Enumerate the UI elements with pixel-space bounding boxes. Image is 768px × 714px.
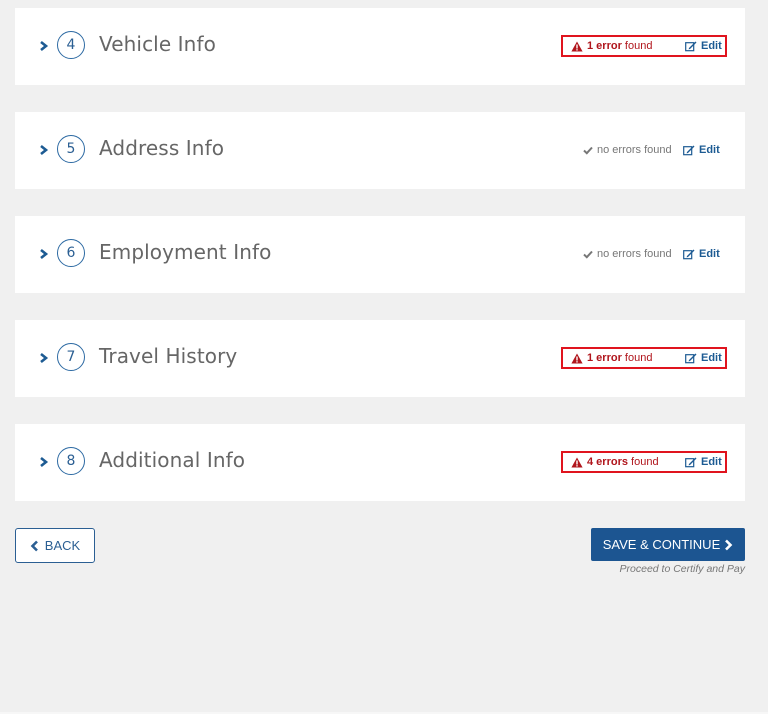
ok-status: no errors found — [583, 144, 672, 156]
edit-link[interactable]: Edit — [685, 40, 722, 52]
proceed-note: Proceed to Certify and Pay — [619, 563, 745, 575]
edit-label: Edit — [699, 144, 720, 156]
step-number: 7 — [57, 343, 85, 371]
error-status: 4 errors found — [571, 456, 659, 468]
chevron-right-icon[interactable] — [37, 454, 51, 470]
error-count: 1 error — [587, 40, 622, 52]
edit-link[interactable]: Edit — [685, 456, 722, 468]
step-number: 5 — [57, 135, 85, 163]
section-title[interactable]: Address Info — [99, 136, 224, 160]
error-status-box: 1 error found Edit — [561, 347, 727, 369]
step-number: 4 — [57, 31, 85, 59]
edit-label: Edit — [699, 248, 720, 260]
chevron-right-icon[interactable] — [37, 246, 51, 262]
section-title[interactable]: Travel History — [99, 344, 237, 368]
section-panel-employment-info: 6 Employment Info no errors found Edit — [15, 216, 745, 293]
section-title[interactable]: Additional Info — [99, 448, 245, 472]
ok-status-box: no errors found Edit — [561, 139, 727, 161]
edit-label: Edit — [701, 40, 722, 52]
save-and-continue-button[interactable]: SAVE & CONTINUE — [591, 528, 745, 561]
ok-status-text: no errors found — [597, 144, 672, 156]
edit-icon — [685, 457, 697, 467]
checkmark-icon — [583, 146, 593, 155]
step-number: 8 — [57, 447, 85, 475]
edit-icon — [685, 41, 697, 51]
edit-icon — [683, 145, 695, 155]
edit-link[interactable]: Edit — [685, 352, 722, 364]
edit-icon — [685, 353, 697, 363]
ok-status-box: no errors found Edit — [561, 243, 727, 265]
checkmark-icon — [583, 250, 593, 259]
warning-icon — [571, 353, 583, 363]
edit-label: Edit — [701, 456, 722, 468]
error-status-box: 1 error found Edit — [561, 35, 727, 57]
chevron-right-icon[interactable] — [37, 38, 51, 54]
error-status-box: 4 errors found Edit — [561, 451, 727, 473]
chevron-right-icon[interactable] — [37, 142, 51, 158]
section-panel-additional-info: 8 Additional Info 4 errors found Edit — [15, 424, 745, 501]
warning-icon — [571, 41, 583, 51]
error-status: 1 error found — [571, 352, 652, 364]
error-count: 1 error — [587, 352, 622, 364]
back-label: BACK — [44, 538, 81, 553]
error-suffix: found — [624, 352, 653, 364]
section-panel-address-info: 5 Address Info no errors found Edit — [15, 112, 745, 189]
save-label: SAVE & CONTINUE — [602, 537, 721, 552]
error-count: 4 errors — [587, 456, 628, 468]
ok-status-text: no errors found — [597, 248, 672, 260]
chevron-left-icon — [30, 540, 38, 551]
edit-label: Edit — [701, 352, 722, 364]
chevron-right-icon[interactable] — [37, 350, 51, 366]
error-suffix: found — [631, 456, 659, 468]
step-number: 6 — [57, 239, 85, 267]
ok-status: no errors found — [583, 248, 672, 260]
warning-icon — [571, 457, 583, 467]
error-status: 1 error found — [571, 40, 652, 52]
back-button[interactable]: BACK — [15, 528, 95, 563]
edit-link[interactable]: Edit — [683, 248, 720, 260]
edit-link[interactable]: Edit — [683, 144, 720, 156]
chevron-right-icon — [725, 539, 733, 550]
section-title[interactable]: Employment Info — [99, 240, 271, 264]
section-panel-vehicle-info: 4 Vehicle Info 1 error found Edit — [15, 8, 745, 85]
edit-icon — [683, 249, 695, 259]
error-suffix: found — [624, 40, 653, 52]
section-panel-travel-history: 7 Travel History 1 error found Edit — [15, 320, 745, 397]
section-title[interactable]: Vehicle Info — [99, 32, 216, 56]
